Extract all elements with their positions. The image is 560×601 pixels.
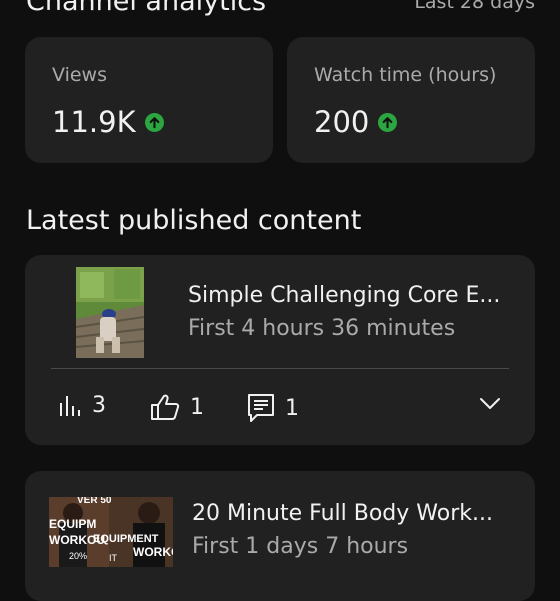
comments-count: 1	[285, 395, 299, 421]
thumb-text: VER 50	[77, 497, 112, 506]
watch-time-value: 200	[314, 105, 370, 139]
views-card[interactable]: Views 11.9K	[25, 37, 273, 163]
comment-icon	[248, 394, 274, 422]
section-title-channel-analytics: Channel analytics	[26, 0, 267, 17]
likes-metric: 1	[150, 393, 204, 421]
thumb-text: IT	[109, 553, 117, 563]
bar-chart-icon	[60, 395, 80, 416]
comments-metric: 1	[247, 393, 299, 423]
views-label: Views	[52, 64, 107, 86]
views-value: 11.9K	[52, 105, 136, 139]
views-metric: 3	[58, 393, 106, 418]
trend-up-icon	[144, 112, 164, 132]
video-card[interactable]: VER 50 EQUIPM WORKOU EQUIPMENT WORKO 20%…	[25, 471, 535, 601]
card-divider	[51, 368, 509, 369]
video-subtitle: First 1 days 7 hours	[192, 534, 409, 559]
video-subtitle: First 4 hours 36 minutes	[188, 316, 456, 341]
video-thumbnail-image	[76, 267, 144, 358]
video-thumbnail[interactable]: VER 50 EQUIPM WORKOU EQUIPMENT WORKO 20%…	[49, 497, 173, 567]
thumb-text: EQUIPMENT	[93, 533, 159, 545]
video-title[interactable]: 20 Minute Full Body Work...	[192, 501, 493, 526]
watch-time-value-row: 200	[314, 105, 398, 139]
period-label: Last 28 days	[414, 0, 535, 13]
likes-count: 1	[190, 394, 204, 420]
watch-time-label: Watch time (hours)	[314, 64, 497, 86]
video-title[interactable]: Simple Challenging Core E...	[188, 283, 500, 308]
thumb-text: EQUIPM	[49, 517, 97, 531]
views-value-row: 11.9K	[52, 105, 164, 139]
trend-up-icon	[378, 112, 398, 132]
views-count: 3	[92, 393, 106, 418]
thumbs-up-icon	[151, 394, 180, 420]
video-thumbnail[interactable]	[76, 267, 144, 358]
chevron-down-icon[interactable]	[479, 397, 501, 411]
latest-video-card[interactable]: Simple Challenging Core E... First 4 hou…	[25, 255, 535, 445]
section-title-latest-content: Latest published content	[26, 205, 362, 236]
watch-time-card[interactable]: Watch time (hours) 200	[287, 37, 535, 163]
thumb-text: WORKO	[133, 545, 173, 559]
